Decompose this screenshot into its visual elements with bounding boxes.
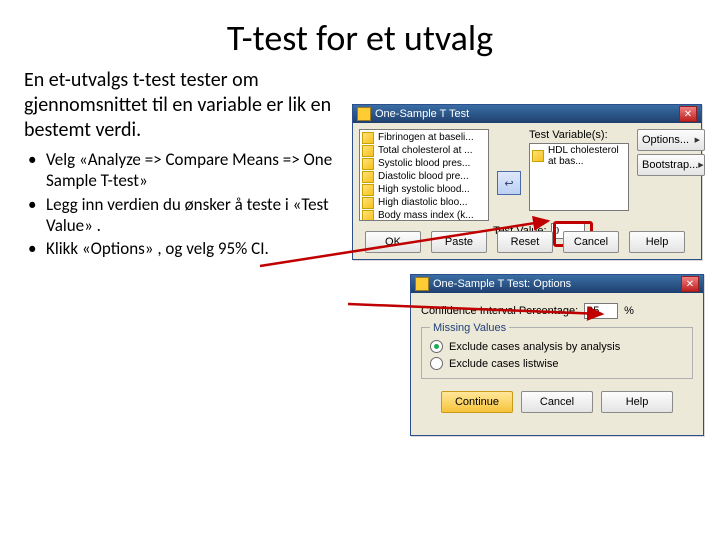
missing-values-group: Missing Values Exclude cases analysis by… xyxy=(421,327,693,379)
dialog-title: One-Sample T Test xyxy=(375,108,675,120)
list-item: HDL cholesterol at bas... xyxy=(532,145,626,167)
test-variables-label: Test Variable(s): xyxy=(529,129,608,141)
radio-listwise[interactable]: Exclude cases listwise xyxy=(430,357,684,370)
paste-button[interactable]: Paste xyxy=(431,231,487,253)
intro-text: En et-utvalgs t-test tester om gjennomsn… xyxy=(24,68,354,143)
ci-input[interactable] xyxy=(584,303,618,319)
list-item: Body mass index (k... xyxy=(362,209,486,221)
bullet-item: Velg «Analyze => Compare Means => One Sa… xyxy=(28,149,368,192)
scale-icon xyxy=(362,145,374,157)
list-item: High systolic blood... xyxy=(362,183,486,196)
dialog-button-row: OK Paste Reset Cancel Help xyxy=(365,231,685,253)
help-button[interactable]: Help xyxy=(601,391,673,413)
dialog-titlebar[interactable]: One-Sample T Test ✕ xyxy=(353,105,701,123)
list-item: High diastolic bloo... xyxy=(362,196,486,209)
app-icon xyxy=(357,107,371,121)
dialog-titlebar[interactable]: One-Sample T Test: Options ✕ xyxy=(411,275,703,293)
list-item: Diastolic blood pre... xyxy=(362,170,486,183)
bootstrap-button[interactable]: Bootstrap...▶ xyxy=(637,154,705,176)
ci-label: Confidence Interval Percentage: xyxy=(421,305,578,317)
dialog-title: One-Sample T Test: Options xyxy=(433,278,677,290)
group-label: Missing Values xyxy=(430,322,509,334)
slide-title: T-test for et utvalg xyxy=(0,16,720,60)
scale-icon xyxy=(362,158,374,170)
chevron-right-icon: ▶ xyxy=(695,136,700,144)
list-item: Fibrinogen at baseli... xyxy=(362,131,486,144)
test-variables-list[interactable]: HDL cholesterol at bas... xyxy=(529,143,629,211)
list-item: Total cholesterol at ... xyxy=(362,144,486,157)
percent-label: % xyxy=(624,305,634,317)
options-dialog: One-Sample T Test: Options ✕ Confidence … xyxy=(410,274,704,436)
source-variables-list[interactable]: Fibrinogen at baseli... Total cholestero… xyxy=(359,129,489,221)
list-item: Systolic blood pres... xyxy=(362,157,486,170)
cancel-button[interactable]: Cancel xyxy=(563,231,619,253)
radio-analysis-by-analysis[interactable]: Exclude cases analysis by analysis xyxy=(430,340,684,353)
arrow-right-icon: ↩ xyxy=(504,177,513,190)
scale-icon xyxy=(362,184,374,196)
options-button[interactable]: Options...▶ xyxy=(637,129,705,151)
scale-icon xyxy=(362,171,374,183)
bullet-item: Klikk «Options» , og velg 95% CI. xyxy=(28,238,368,259)
close-icon[interactable]: ✕ xyxy=(679,106,697,122)
move-variable-button[interactable]: ↩ xyxy=(497,171,521,195)
radio-icon xyxy=(430,340,443,353)
radio-icon xyxy=(430,357,443,370)
scale-icon xyxy=(362,197,374,209)
instruction-list: Velg «Analyze => Compare Means => One Sa… xyxy=(28,149,368,259)
cancel-button[interactable]: Cancel xyxy=(521,391,593,413)
dialog-button-row: Continue Cancel Help xyxy=(421,391,693,413)
help-button[interactable]: Help xyxy=(629,231,685,253)
scale-icon xyxy=(532,150,544,162)
app-icon xyxy=(415,277,429,291)
continue-button[interactable]: Continue xyxy=(441,391,513,413)
scale-icon xyxy=(362,132,374,144)
scale-icon xyxy=(362,210,374,222)
chevron-right-icon: ▶ xyxy=(698,161,703,169)
reset-button[interactable]: Reset xyxy=(497,231,553,253)
ok-button[interactable]: OK xyxy=(365,231,421,253)
close-icon[interactable]: ✕ xyxy=(681,276,699,292)
bullet-item: Legg inn verdien du ønsker å teste i «Te… xyxy=(28,194,368,237)
one-sample-ttest-dialog: One-Sample T Test ✕ Fibrinogen at baseli… xyxy=(352,104,702,260)
